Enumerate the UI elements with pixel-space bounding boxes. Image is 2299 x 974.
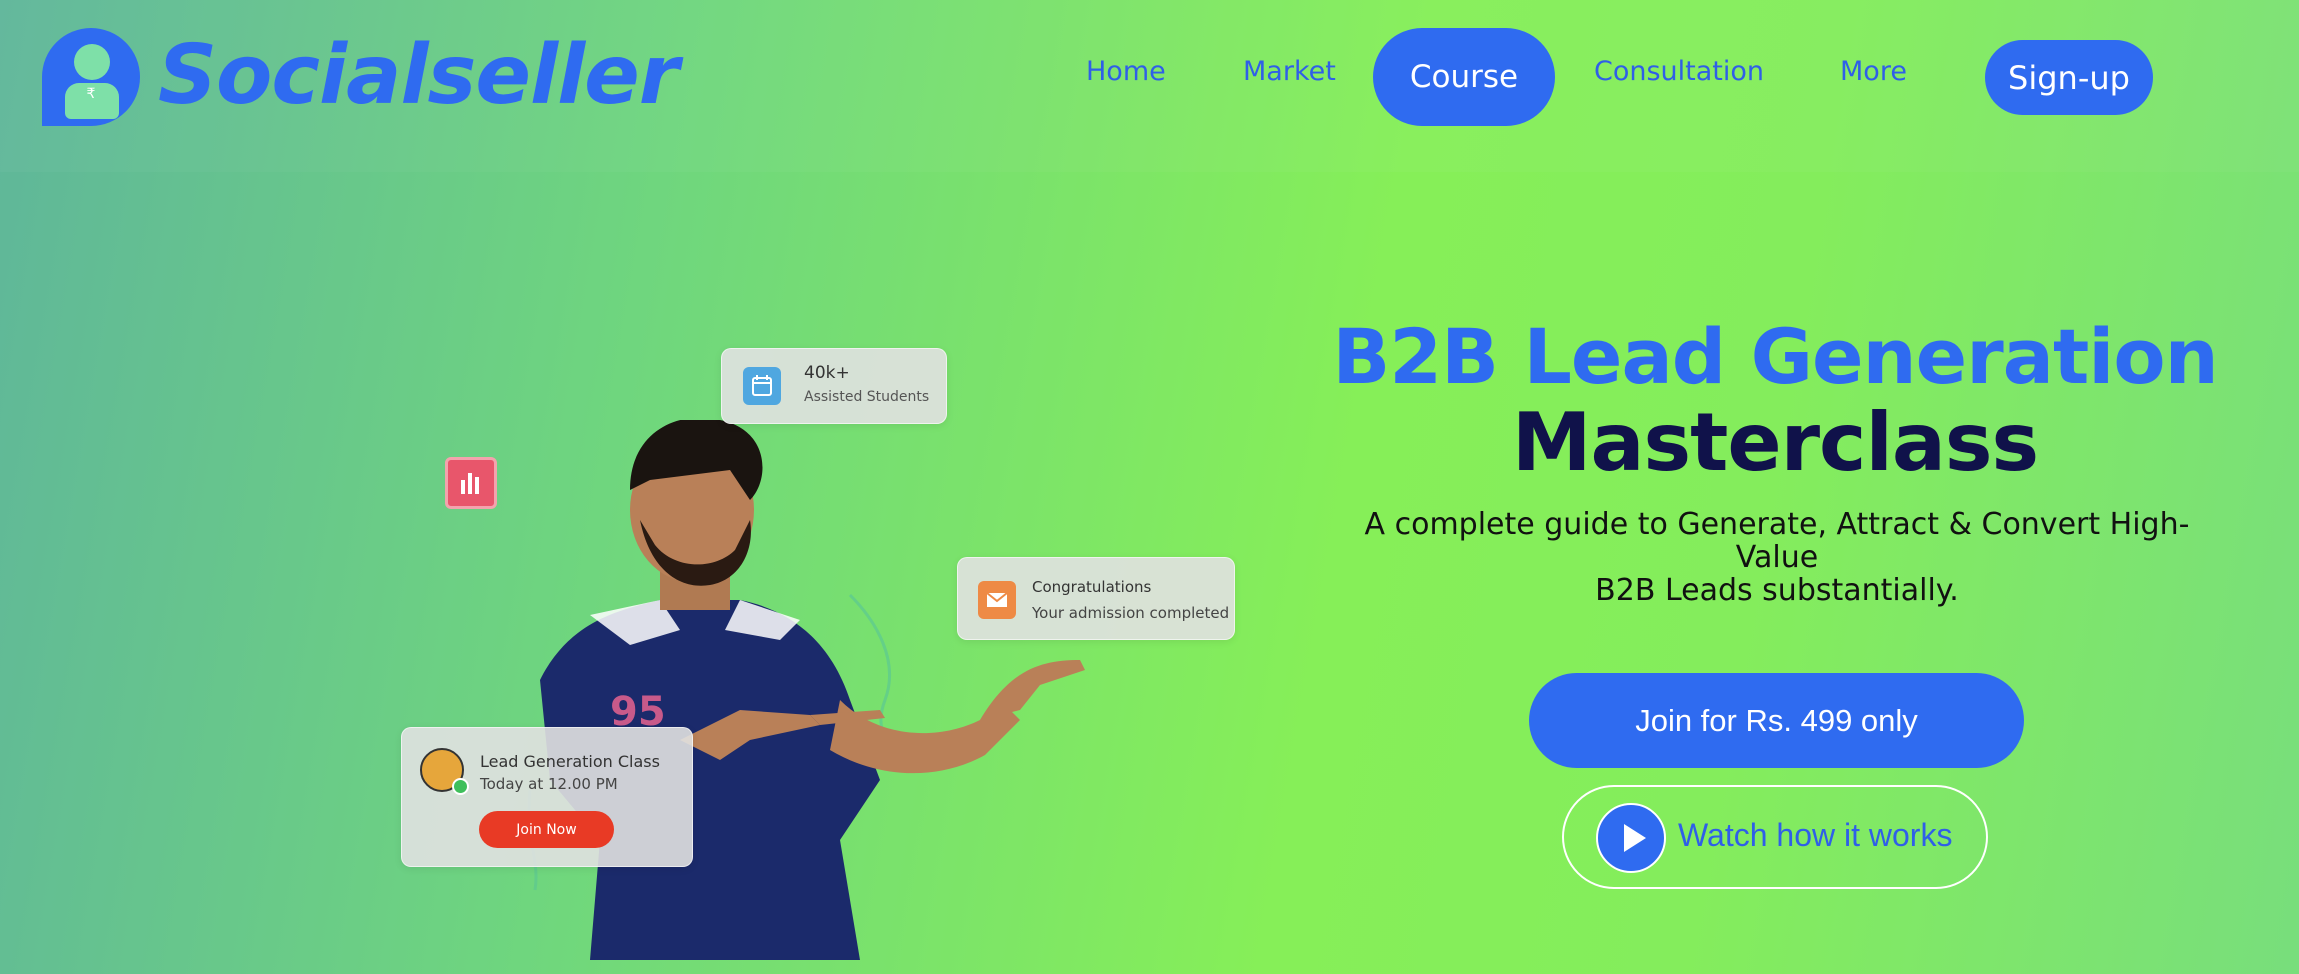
hero-subtitle-line2: B2B Leads substantially. (1595, 573, 1959, 608)
rupee-symbol: ₹ (86, 86, 96, 102)
mail-icon (978, 581, 1016, 619)
students-card: 40k+ Assisted Students (721, 348, 947, 424)
congrats-title: Congratulations (1032, 578, 1152, 596)
bar-chart-icon (445, 457, 497, 509)
join-now-button[interactable]: Join Now (479, 811, 614, 848)
hero-title-line1: B2B Lead Generation (1332, 312, 2218, 401)
nav-consultation[interactable]: Consultation (1594, 56, 1764, 87)
logo-icon[interactable]: ₹ (42, 28, 140, 126)
nav-more[interactable]: More (1840, 56, 1907, 87)
signup-button[interactable]: Sign-up (1985, 40, 2153, 115)
online-status-icon (452, 778, 469, 795)
class-card: Lead Generation Class Today at 12.00 PM … (401, 727, 693, 867)
site-header: ₹ Socialseller Home Market Course Consul… (0, 0, 2299, 172)
students-label: Assisted Students (804, 389, 930, 405)
hero-title-line2: Masterclass (1511, 396, 2039, 489)
hero-subtitle: A complete guide to Generate, Attract & … (1340, 508, 2214, 607)
instructor-image: 95 (527, 420, 1085, 960)
class-time: Today at 12.00 PM (480, 775, 618, 793)
class-title: Lead Generation Class (480, 752, 660, 771)
join-cta-button[interactable]: Join for Rs. 499 only (1529, 673, 2024, 768)
calendar-icon (743, 367, 781, 405)
nav-market[interactable]: Market (1243, 56, 1336, 87)
watch-video-button[interactable]: Watch how it works (1562, 785, 1988, 889)
congrats-text: Your admission completed (1032, 604, 1230, 622)
hero-subtitle-line1: A complete guide to Generate, Attract & … (1364, 507, 2190, 575)
watch-label[interactable]: Watch how it works (1678, 817, 1952, 854)
students-count: 40k+ (804, 363, 850, 383)
play-icon[interactable] (1596, 803, 1666, 873)
nav-home[interactable]: Home (1086, 56, 1166, 87)
nav-course[interactable]: Course (1373, 28, 1555, 126)
congrats-card: Congratulations Your admission completed (957, 557, 1235, 640)
brand-name[interactable]: Socialseller (158, 28, 679, 123)
